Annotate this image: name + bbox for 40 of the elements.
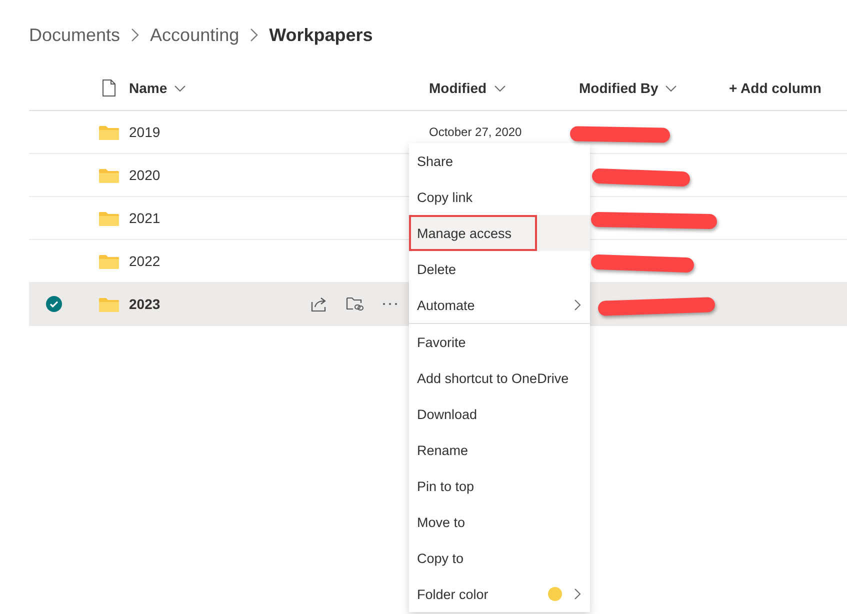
chevron-icon: [250, 28, 258, 42]
share-icon[interactable]: [310, 296, 328, 312]
column-header[interactable]: Name: [129, 80, 429, 96]
file-icon: [102, 79, 116, 97]
add-column-button[interactable]: + Add column: [729, 80, 822, 96]
folder-name[interactable]: 2021: [129, 210, 160, 226]
folder-name[interactable]: 2023: [129, 296, 160, 312]
menu-item[interactable]: Pin to top: [409, 468, 590, 504]
menu-item[interactable]: Add shortcut to OneDrive: [409, 360, 590, 396]
column-header[interactable]: Modified By: [579, 80, 729, 96]
menu-item[interactable]: Copy to: [409, 540, 590, 576]
menu-item[interactable]: Favorite: [409, 324, 590, 360]
menu-item[interactable]: Move to: [409, 504, 590, 540]
menu-item[interactable]: Folder color: [409, 576, 590, 612]
more-icon[interactable]: [382, 302, 398, 306]
folder-link-icon[interactable]: [346, 296, 364, 312]
folder-icon: [98, 210, 118, 226]
menu-item[interactable]: Download: [409, 396, 590, 432]
chevron-down-icon: [494, 84, 506, 92]
folder-icon: [98, 296, 118, 312]
folder-icon: [98, 254, 118, 268]
column-header[interactable]: Modified: [429, 80, 579, 96]
folder-icon: [98, 124, 118, 140]
folder-icon: [98, 168, 118, 182]
menu-item[interactable]: Automate: [409, 287, 590, 323]
menu-item[interactable]: Rename: [409, 432, 590, 468]
folder-name[interactable]: 2019: [129, 124, 160, 140]
chevron-icon: [131, 28, 140, 42]
folder-name[interactable]: 2020: [129, 167, 160, 183]
breadcrumb-link[interactable]: Accounting: [150, 24, 240, 46]
chevron-down-icon: [174, 84, 186, 92]
modified-date: October 27, 2020: [429, 125, 522, 139]
chevron-down-icon: [665, 84, 678, 92]
menu-item[interactable]: Manage access: [409, 215, 590, 251]
chevron-right-icon: [574, 299, 581, 311]
breadcrumb-link[interactable]: Documents: [29, 24, 120, 46]
folder-name[interactable]: 2022: [129, 253, 160, 269]
check-circle-icon[interactable]: [46, 296, 62, 312]
menu-item[interactable]: Copy link: [409, 179, 590, 215]
chevron-right-icon: [574, 588, 581, 600]
